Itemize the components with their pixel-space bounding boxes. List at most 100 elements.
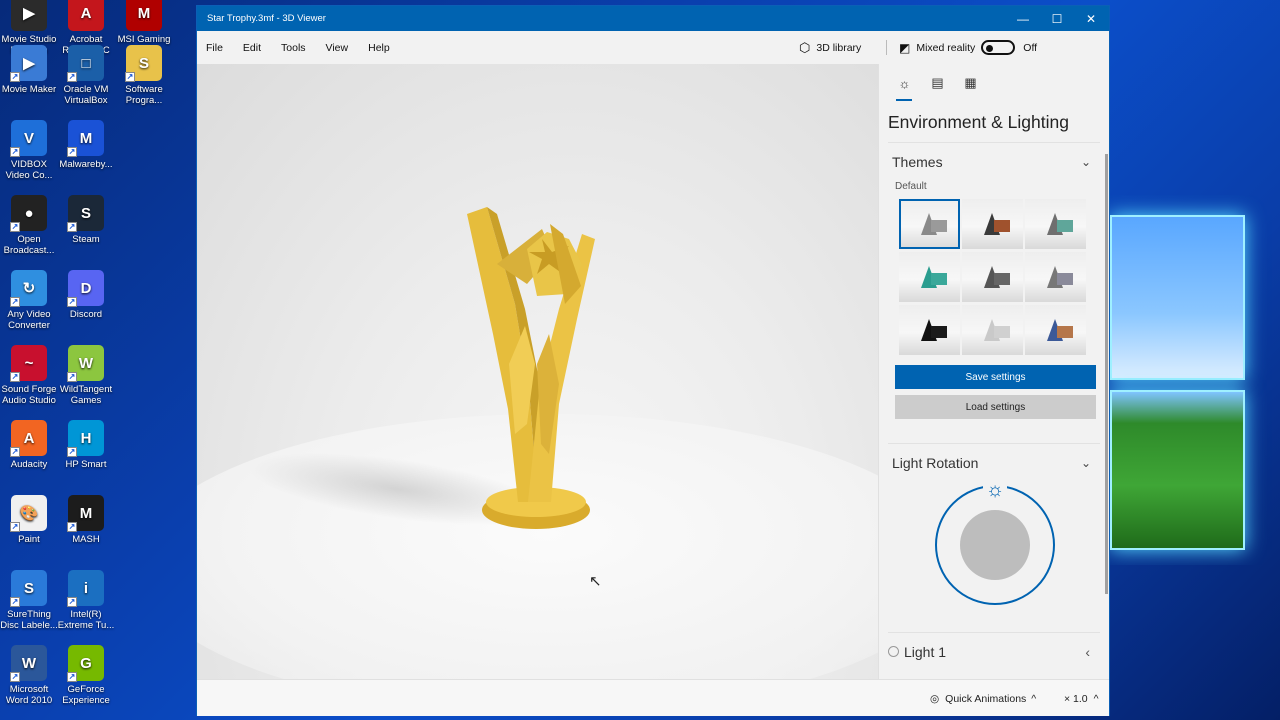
app-icon: M ↗ xyxy=(67,495,104,532)
3d-viewer-window: Star Trophy.3mf - 3D Viewer — ☐ ✕ File E… xyxy=(196,5,1110,716)
desktop-icon[interactable]: S ↗ SureThing Disc Labele... xyxy=(0,570,58,631)
status-bar: ◎ Quick Animations ^ × 1.0 ^ xyxy=(197,679,1109,716)
desktop-icon[interactable]: M ↗ Malwareby... xyxy=(57,120,115,170)
save-settings-button[interactable]: Save settings xyxy=(895,365,1096,389)
desktop-icon[interactable]: S ↗ Software Progra... xyxy=(115,45,173,106)
desktop-icon[interactable]: □ ↗ Oracle VM VirtualBox xyxy=(57,45,115,106)
menu-file[interactable]: File xyxy=(206,42,223,54)
light-rotation-dial[interactable] xyxy=(935,485,1055,605)
themes-heading: Themes xyxy=(892,154,943,170)
box-shape xyxy=(931,273,947,285)
desktop-icon[interactable]: ~ ↗ Sound Forge Audio Studio xyxy=(0,345,58,406)
quick-animations-label: Quick Animations xyxy=(945,692,1027,705)
tab-grid-icon[interactable]: ▦ xyxy=(954,68,987,98)
default-theme-label: Default xyxy=(895,181,927,192)
app-icon: ~ ↗ xyxy=(10,345,47,382)
close-button[interactable]: ✕ xyxy=(1074,6,1108,31)
shortcut-arrow-icon: ↗ xyxy=(10,522,20,532)
desktop-icon-label: Paint xyxy=(18,534,40,545)
menu-edit[interactable]: Edit xyxy=(243,42,261,54)
light-rotation-knob[interactable] xyxy=(960,510,1030,580)
star-trophy-model[interactable] xyxy=(197,64,878,679)
desktop-icon[interactable]: W ↗ Microsoft Word 2010 xyxy=(0,645,58,706)
shortcut-arrow-icon: ↗ xyxy=(67,297,77,307)
app-icon: A ↗ xyxy=(10,420,47,457)
light-1-row[interactable]: Light 1 ‹ xyxy=(888,632,1100,670)
panel-scrollbar[interactable] xyxy=(1105,154,1108,594)
light-1-radio[interactable] xyxy=(888,646,899,657)
mixed-reality-control: ◩ Mixed reality Off xyxy=(899,31,1037,64)
desktop-icon-label: Intel(R) Extreme Tu... xyxy=(57,609,115,631)
maximize-button[interactable]: ☐ xyxy=(1040,6,1074,31)
3d-library-label: 3D library xyxy=(816,41,862,54)
light-rotation-section-header[interactable]: Light Rotation ⌄ xyxy=(879,444,1109,482)
mixed-reality-toggle[interactable] xyxy=(981,40,1016,55)
animation-speed-label: × 1.0 xyxy=(1064,692,1088,705)
app-icon: M ↗ xyxy=(67,120,104,157)
chevron-down-icon: ⌄ xyxy=(1080,155,1091,169)
desktop-icon-area: ▶Movie Studio Platinum 13...AAcrobat Rea… xyxy=(0,0,190,720)
shortcut-arrow-icon: ↗ xyxy=(10,297,20,307)
desktop-icon[interactable]: ▶ ↗ Movie Maker xyxy=(0,45,58,95)
desktop-icon-label: Malwareby... xyxy=(59,159,113,170)
app-icon: H ↗ xyxy=(67,420,104,457)
minimize-button[interactable]: — xyxy=(1006,6,1040,31)
box-shape xyxy=(994,326,1010,338)
theme-thumbnail[interactable] xyxy=(1025,252,1086,302)
shortcut-arrow-icon: ↗ xyxy=(67,372,77,382)
desktop-icon[interactable]: V ↗ VIDBOX Video Co... xyxy=(0,120,58,181)
desktop-icon[interactable]: A ↗ Audacity xyxy=(0,420,58,470)
load-settings-button[interactable]: Load settings xyxy=(895,395,1096,419)
app-icon: D ↗ xyxy=(67,270,104,307)
shortcut-arrow-icon: ↗ xyxy=(125,72,135,82)
desktop-icon[interactable]: 🎨 ↗ Paint xyxy=(0,495,58,545)
theme-thumbnail[interactable] xyxy=(962,199,1023,249)
theme-thumbnail[interactable] xyxy=(1025,199,1086,249)
menu-tools[interactable]: Tools xyxy=(281,42,306,54)
tab-stats-icon[interactable]: ▤ xyxy=(921,68,954,98)
desktop-icon[interactable]: D ↗ Discord xyxy=(57,270,115,320)
cube-icon: ⬡ xyxy=(799,39,811,55)
theme-thumbnail[interactable] xyxy=(1025,305,1086,355)
quick-animations-button[interactable]: ◎ Quick Animations ^ xyxy=(930,680,1036,717)
menu-view[interactable]: View xyxy=(326,42,349,54)
3d-library-button[interactable]: ⬡ 3D library xyxy=(799,31,861,64)
desktop-icon[interactable]: M ↗ MASH xyxy=(57,495,115,545)
desktop-icon[interactable]: S ↗ Steam xyxy=(57,195,115,245)
desktop-icon[interactable]: G ↗ GeForce Experience xyxy=(57,645,115,706)
desktop-icon[interactable]: i ↗ Intel(R) Extreme Tu... xyxy=(57,570,115,631)
app-icon: □ ↗ xyxy=(67,45,104,82)
themes-section-header[interactable]: Themes ⌄ xyxy=(879,143,1109,181)
desktop-icon[interactable]: ● ↗ Open Broadcast... xyxy=(0,195,58,256)
app-icon: G ↗ xyxy=(67,645,104,682)
theme-thumbnail[interactable] xyxy=(899,199,960,249)
shortcut-arrow-icon: ↗ xyxy=(67,522,77,532)
shortcut-arrow-icon: ↗ xyxy=(10,147,20,157)
chevron-left-icon: ‹ xyxy=(1085,643,1090,660)
desktop-icon[interactable]: H ↗ HP Smart xyxy=(57,420,115,470)
animation-speed-button[interactable]: × 1.0 ^ xyxy=(1064,680,1099,717)
tab-lighting-sun-icon[interactable]: ☼ xyxy=(888,68,921,101)
shortcut-arrow-icon: ↗ xyxy=(67,147,77,157)
desktop-icon[interactable]: ↻ ↗ Any Video Converter xyxy=(0,270,58,331)
theme-thumbnail[interactable] xyxy=(962,252,1023,302)
theme-thumbnail[interactable] xyxy=(899,252,960,302)
light-rotation-heading: Light Rotation xyxy=(892,455,979,471)
desktop-icon-label: Discord xyxy=(69,309,103,320)
shortcut-arrow-icon: ↗ xyxy=(10,72,20,82)
desktop-icon[interactable]: W ↗ WildTangent Games xyxy=(57,345,115,406)
app-icon: W ↗ xyxy=(10,645,47,682)
theme-thumbnail[interactable] xyxy=(962,305,1023,355)
chevron-up-icon: ^ xyxy=(1093,692,1099,705)
mixed-reality-icon: ◩ xyxy=(899,40,911,55)
menu-bar: File Edit Tools View Help ⬡ 3D library ◩… xyxy=(197,31,1109,64)
menu-help[interactable]: Help xyxy=(368,42,390,54)
chevron-up-icon: ^ xyxy=(1031,692,1037,705)
chevron-down-icon: ⌄ xyxy=(1080,456,1091,470)
3d-viewport[interactable]: ↖ xyxy=(197,64,878,679)
theme-thumbnail[interactable] xyxy=(899,305,960,355)
box-shape xyxy=(994,273,1010,285)
light-sun-handle-icon[interactable]: ☼ xyxy=(983,478,1007,502)
environment-lighting-panel: ☼ ▤ ▦ Environment & Lighting Themes ⌄ De… xyxy=(878,64,1109,679)
box-shape xyxy=(1057,273,1073,285)
